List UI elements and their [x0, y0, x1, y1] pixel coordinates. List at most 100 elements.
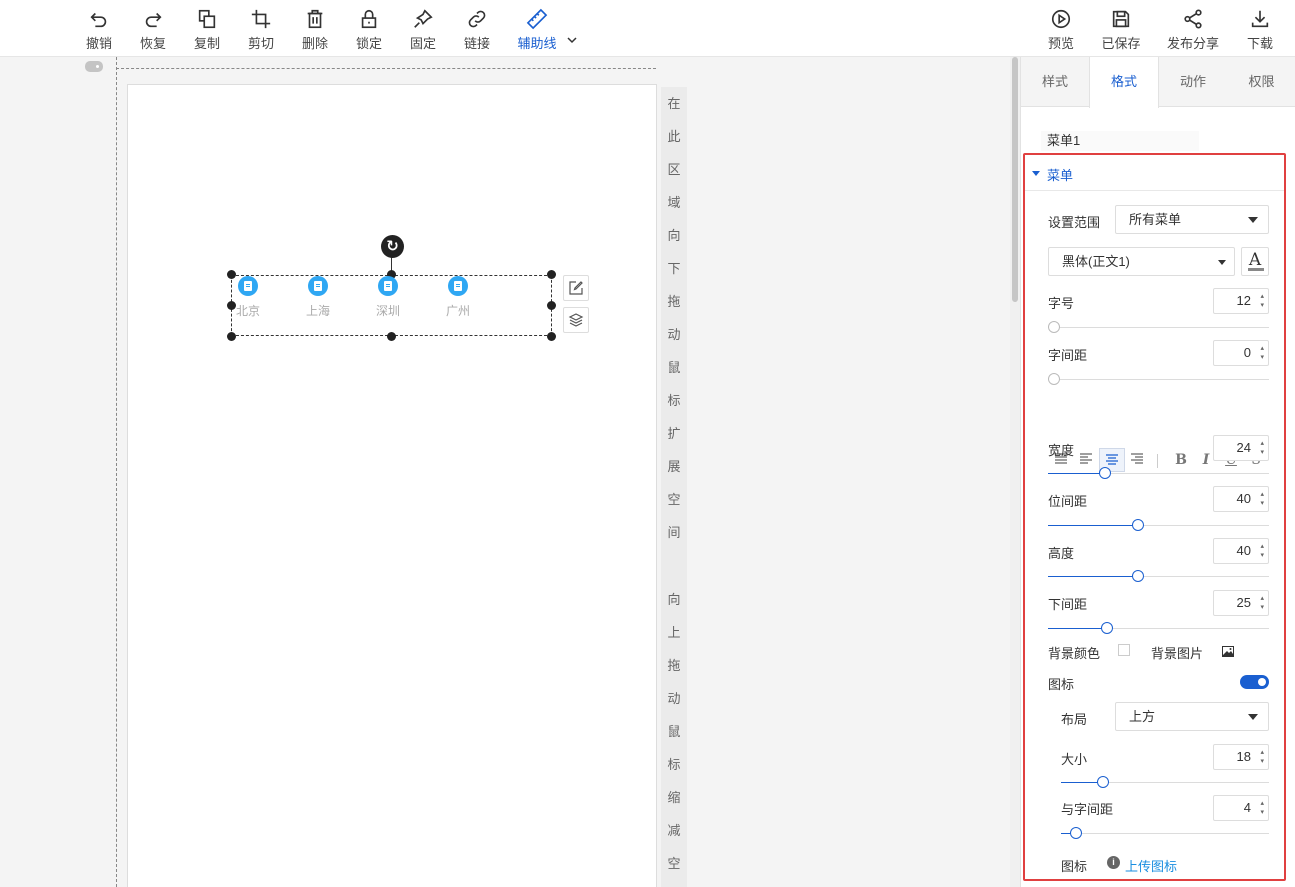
- font-color-button[interactable]: A: [1241, 247, 1269, 276]
- width-input[interactable]: 24: [1213, 435, 1269, 461]
- slider-thumb[interactable]: [1097, 776, 1109, 788]
- image-icon[interactable]: [1222, 644, 1234, 657]
- hint-char: 扩: [667, 426, 681, 441]
- undo-button[interactable]: 撤销: [74, 8, 124, 52]
- menu-section-header[interactable]: 菜单: [1025, 155, 1284, 191]
- slider-thumb[interactable]: [1132, 519, 1144, 531]
- hint-char: 区: [667, 162, 681, 177]
- resize-handle-ne[interactable]: [547, 270, 556, 279]
- tab-permission[interactable]: 权限: [1227, 57, 1295, 107]
- delete-label: 删除: [301, 36, 328, 51]
- menu-item-beijing[interactable]: 北京: [228, 276, 268, 319]
- tab-action[interactable]: 动作: [1159, 57, 1227, 107]
- lock-button[interactable]: 锁定: [344, 8, 394, 52]
- guideline-dropdown-chevron-down-icon[interactable]: [566, 33, 578, 45]
- toolbar: 撤销 恢复 复制 剪切 删除 锁定 固定 链接 辅助线 预览 已保存 发布分享 …: [0, 0, 1295, 57]
- resize-handle-s[interactable]: [387, 332, 396, 341]
- letter-spacing-slider[interactable]: [1048, 373, 1269, 385]
- design-page[interactable]: [127, 84, 657, 887]
- hint-char: 动: [667, 691, 681, 706]
- layout-select[interactable]: 上方: [1115, 702, 1269, 731]
- resize-handle-e[interactable]: [547, 301, 556, 310]
- font-family-select[interactable]: 黑体(正文1): [1048, 247, 1235, 276]
- align-left-button[interactable]: [1075, 448, 1097, 472]
- panel-tabs: 样式 格式 动作 权限: [1021, 57, 1295, 108]
- hint-char: 空: [667, 856, 681, 871]
- link-button[interactable]: 链接: [452, 8, 502, 52]
- resize-handle-sw[interactable]: [227, 332, 236, 341]
- height-input[interactable]: 40: [1213, 538, 1269, 564]
- menu-item-label: 北京: [235, 304, 260, 318]
- guideline-tag-icon[interactable]: [85, 61, 103, 72]
- icon-size-slider[interactable]: [1061, 776, 1269, 788]
- vertical-guideline[interactable]: [116, 57, 117, 887]
- publish-share-button[interactable]: 发布分享: [1163, 8, 1223, 52]
- letter-spacing-input[interactable]: 0: [1213, 340, 1269, 366]
- layers-button[interactable]: [563, 307, 589, 333]
- pin-button[interactable]: 固定: [398, 8, 448, 52]
- tab-style[interactable]: 样式: [1021, 57, 1089, 107]
- item-spacing-label: 位间距: [1048, 494, 1088, 509]
- download-button[interactable]: 下载: [1235, 8, 1285, 52]
- horizontal-guideline[interactable]: [116, 68, 656, 69]
- drag-hint-bar[interactable]: 在此区域向下拖动鼠标扩展空间 向上拖动鼠标缩减空: [661, 87, 687, 887]
- section-title: 菜单: [1047, 168, 1074, 183]
- letter-spacing-label: 字间距: [1048, 348, 1088, 363]
- item-spacing-slider[interactable]: [1048, 519, 1269, 531]
- edit-icon: [569, 281, 583, 295]
- slider-thumb[interactable]: [1048, 373, 1060, 385]
- item-spacing-input[interactable]: 40: [1213, 486, 1269, 512]
- share-icon: [1184, 9, 1202, 29]
- slider-thumb[interactable]: [1101, 622, 1113, 634]
- slider-thumb[interactable]: [1070, 827, 1082, 839]
- text-gap-input[interactable]: 4: [1213, 795, 1269, 821]
- slider-thumb[interactable]: [1099, 467, 1111, 479]
- upload-icon-link[interactable]: 上传图标: [1125, 856, 1177, 875]
- font-size-slider[interactable]: [1048, 321, 1269, 333]
- redo-button[interactable]: 恢复: [128, 8, 178, 52]
- layout-label: 布局: [1061, 712, 1088, 727]
- align-right-icon: [1131, 453, 1143, 464]
- hint-char: 空: [667, 492, 681, 507]
- menu-item-guangzhou[interactable]: 广州: [438, 276, 478, 319]
- delete-button[interactable]: 删除: [290, 8, 340, 52]
- component-name-field[interactable]: 菜单1: [1041, 131, 1199, 151]
- download-icon: [1251, 10, 1269, 28]
- height-slider[interactable]: [1048, 570, 1269, 582]
- menu-item-shanghai[interactable]: 上海: [298, 276, 338, 319]
- copy-button[interactable]: 复制: [182, 8, 232, 52]
- font-size-input[interactable]: 12: [1213, 288, 1269, 314]
- align-right-button[interactable]: [1126, 448, 1148, 472]
- properties-panel: 样式 格式 动作 权限 菜单1 菜单 设置范围 所有菜单 黑体(正文1) A 字…: [1020, 57, 1295, 887]
- slider-thumb[interactable]: [1132, 570, 1144, 582]
- slider-thumb[interactable]: [1048, 321, 1060, 333]
- width-slider[interactable]: [1048, 467, 1269, 479]
- canvas-scrollbar[interactable]: [1010, 57, 1020, 887]
- hint-char: 间: [667, 525, 681, 540]
- icon-size-input[interactable]: 18: [1213, 744, 1269, 770]
- guideline-button[interactable]: 辅助线: [512, 8, 562, 52]
- scope-select[interactable]: 所有菜单: [1115, 205, 1269, 234]
- bottom-spacing-input[interactable]: 25: [1213, 590, 1269, 616]
- height-label: 高度: [1048, 546, 1075, 561]
- resize-handle-se[interactable]: [547, 332, 556, 341]
- tab-format[interactable]: 格式: [1089, 57, 1159, 108]
- text-gap-slider[interactable]: [1061, 827, 1269, 839]
- icon-toggle-switch[interactable]: [1240, 675, 1269, 689]
- hint-char: 鼠: [667, 360, 681, 375]
- canvas-area[interactable]: 在此区域向下拖动鼠标扩展空间 向上拖动鼠标缩减空 ↻ 北京 上海 深圳 广州: [0, 57, 1010, 887]
- bg-color-swatch[interactable]: [1118, 644, 1130, 656]
- bg-color-label: 背景颜色: [1048, 646, 1101, 661]
- bold-button[interactable]: B: [1172, 448, 1190, 472]
- cut-button[interactable]: 剪切: [236, 8, 286, 52]
- rotate-icon[interactable]: ↻: [381, 235, 404, 258]
- scrollbar-thumb[interactable]: [1012, 57, 1018, 302]
- save-button[interactable]: 已保存: [1096, 8, 1146, 52]
- menu-item-label: 广州: [445, 304, 470, 318]
- crop-icon: [251, 9, 271, 29]
- menu-item-shenzhen[interactable]: 深圳: [368, 276, 408, 319]
- preview-button[interactable]: 预览: [1036, 8, 1086, 52]
- bottom-spacing-slider[interactable]: [1048, 622, 1269, 634]
- edit-widget-button[interactable]: [563, 275, 589, 301]
- info-icon[interactable]: i: [1107, 856, 1120, 869]
